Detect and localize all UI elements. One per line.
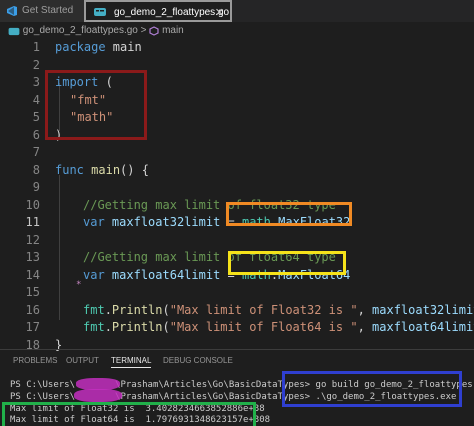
indent-guide <box>59 175 60 320</box>
package-name: fmt <box>83 303 105 317</box>
keyword: var <box>83 215 105 229</box>
editor-tab-bar: Get Started go_demo_2_floattypes.go ✕ <box>0 0 474 22</box>
line-number: 2 <box>32 58 40 72</box>
keyword: package <box>55 40 106 54</box>
code-text: () { <box>120 163 149 177</box>
function-name: main <box>91 163 121 177</box>
output-highlight-box <box>2 402 256 426</box>
tab-output[interactable]: OUTPUT <box>66 356 99 365</box>
code-text: ( <box>162 320 170 334</box>
line-number: 16 <box>25 303 40 317</box>
code-text: , <box>357 320 373 334</box>
code-text: , <box>357 303 373 317</box>
keyword: func <box>55 163 84 177</box>
variable: maxfloat64limit <box>372 320 474 334</box>
go-file-icon <box>8 27 20 35</box>
line-number: 7 <box>32 145 40 159</box>
variable: maxfloat64limit <box>111 268 221 282</box>
code-line: fmt.Println("Max limit of Float32 is ", … <box>83 303 474 317</box>
line-number-current: 11 <box>25 215 40 229</box>
line-number: 14 <box>25 268 40 282</box>
line-number: 8 <box>32 163 40 177</box>
code-line: fmt.Println("Max limit of Float64 is ", … <box>83 320 474 334</box>
string-literal: "Max limit of Float32 is " <box>169 303 358 317</box>
line-number: 13 <box>25 250 40 264</box>
prompt-text: \Prasham\Articles\Go\BasicDataTypes> <box>115 380 311 390</box>
code-text: ( <box>162 303 170 317</box>
redaction-mark <box>74 389 122 402</box>
chevron-right-icon: > <box>140 25 147 36</box>
close-icon[interactable]: ✕ <box>215 2 224 24</box>
code-action-icon[interactable]: * <box>76 280 81 290</box>
panel-separator <box>0 349 474 350</box>
package-name: fmt <box>83 320 105 334</box>
build-command-highlight-box <box>282 371 462 407</box>
function-name: Println <box>111 303 163 317</box>
panel-tab-bar: PROBLEMS OUTPUT TERMINAL DEBUG CONSOLE <box>0 353 474 369</box>
code-line: package main <box>55 40 142 54</box>
breadcrumb: go_demo_2_floattypes.go > main <box>8 23 184 39</box>
line-number: 6 <box>32 128 40 142</box>
code-line: func main() { <box>55 163 149 177</box>
code-text: main <box>105 40 142 54</box>
line-number: 4 <box>32 93 40 107</box>
tab-get-started[interactable]: Get Started <box>0 0 84 22</box>
line-number: 9 <box>32 180 40 194</box>
tab-problems[interactable]: PROBLEMS <box>13 356 57 365</box>
tab-debug-console[interactable]: DEBUG CONSOLE <box>163 356 233 365</box>
import-highlight-box <box>45 70 147 140</box>
function-name: Println <box>111 320 163 334</box>
line-number: 5 <box>32 110 40 124</box>
prompt-text: PS C:\Users\ <box>10 392 76 402</box>
breadcrumb-symbol[interactable]: main <box>162 25 184 36</box>
tab-label: go_demo_2_floattypes.go <box>114 7 230 18</box>
symbol-method-icon <box>149 26 159 36</box>
go-file-icon <box>94 8 106 16</box>
breadcrumb-file[interactable]: go_demo_2_floattypes.go <box>23 25 138 36</box>
tab-terminal[interactable]: TERMINAL <box>111 356 152 368</box>
prompt-text: \Prasham\Articles\Go\BasicDataTypes> <box>115 392 311 402</box>
tab-label: Get Started <box>22 5 74 16</box>
line-number: 1 <box>32 40 40 54</box>
float32-highlight-box <box>226 202 352 226</box>
variable: maxfloat32limit <box>111 215 221 229</box>
string-literal: "Max limit of Float64 is " <box>169 320 358 334</box>
line-number: 10 <box>25 198 40 212</box>
variable: maxfloat32limit <box>372 303 474 317</box>
vscode-icon <box>7 6 17 16</box>
keyword: var <box>83 268 105 282</box>
prompt-text: PS C:\Users\ <box>10 380 76 390</box>
line-number: 17 <box>25 320 40 334</box>
line-number: 15 <box>25 285 40 299</box>
line-number: 12 <box>25 233 40 247</box>
float64-highlight-box <box>228 251 346 275</box>
tab-go-demo-file[interactable]: go_demo_2_floattypes.go ✕ <box>84 0 232 22</box>
line-number: 3 <box>32 75 40 89</box>
